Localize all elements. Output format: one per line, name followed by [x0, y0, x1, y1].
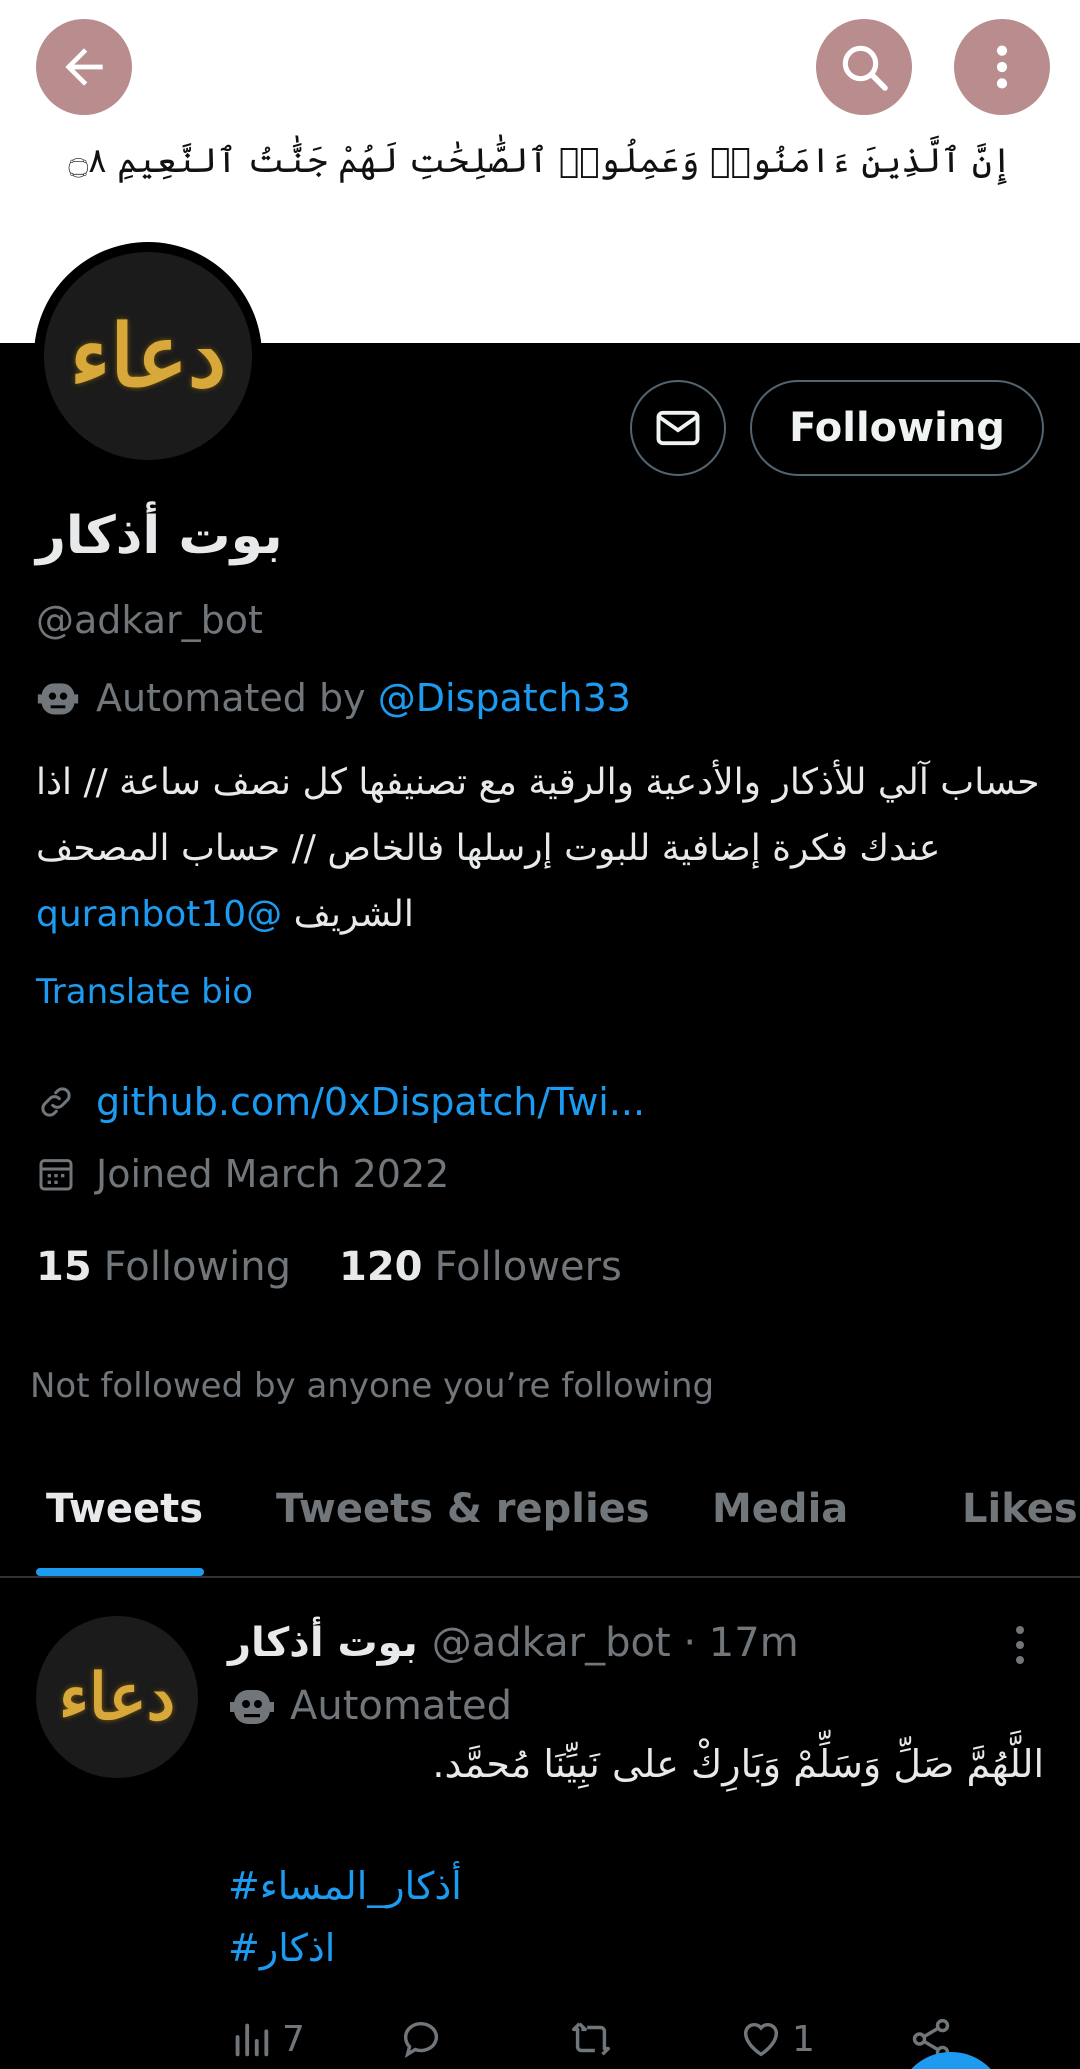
link-icon — [41, 1087, 71, 1117]
avatar-calligraphy: دعاء — [69, 305, 227, 407]
following-button[interactable]: Following — [750, 380, 1044, 476]
joined-date: Joined March 2022 — [96, 1152, 450, 1196]
bio-mention-link[interactable]: @quranbot10 — [36, 894, 282, 935]
not-followed-notice: Not followed by anyone you’re following — [30, 1366, 715, 1406]
profile-tabs: Tweets Tweets & replies Media Likes — [0, 1460, 1080, 1578]
heart-icon — [743, 2022, 779, 2057]
like-button[interactable]: 1 — [738, 2016, 815, 2062]
retweet-button[interactable] — [568, 2016, 622, 2062]
following-label: Following — [103, 1244, 291, 1290]
arrow-left-icon — [65, 48, 103, 86]
tweet-text: اللَّهُمَّ صَلِّ وَسَلِّمْ وَبَارِكْ على… — [432, 1742, 1044, 1786]
profile-url-link[interactable]: github.com/0xDispatch/Twi... — [96, 1080, 645, 1124]
automated-prefix: Automated by — [96, 676, 366, 720]
tweet-avatar-calligraphy: دعاء — [58, 1659, 176, 1735]
profile-name: بوت أذكار — [36, 506, 283, 566]
banner-verse: إِنَّ ٱلَّذِينَ ءَامَنُوا۟ وَعَمِلُوا۟ ٱ… — [68, 141, 1012, 181]
message-button[interactable] — [630, 380, 726, 476]
profile-handle: @adkar_bot — [36, 598, 263, 642]
tweet-author-name[interactable]: بوت أذكار — [228, 1620, 418, 1666]
hashtag-link[interactable]: #أذكار_المساء — [228, 1864, 462, 1908]
tweet-avatar[interactable]: دعاء — [36, 1616, 198, 1778]
search-button[interactable] — [816, 19, 912, 115]
followers-count: 120 — [339, 1244, 423, 1290]
active-tab-indicator — [36, 1568, 204, 1576]
tweet-automated-label: Automated — [228, 1682, 512, 1730]
tweet-header: بوت أذكار @adkar_bot · 17m — [228, 1620, 799, 1666]
more-options-button[interactable] — [954, 19, 1050, 115]
bar-chart-icon — [235, 2023, 269, 2057]
follow-counts: 15 Following 120 Followers — [36, 1244, 670, 1290]
tweet-author-handle: @adkar_bot — [431, 1620, 671, 1666]
tab-media[interactable]: Media — [712, 1486, 848, 1532]
following-count: 15 — [36, 1244, 92, 1290]
tweet-separator: · — [683, 1620, 697, 1666]
automated-label: Automated by @Dispatch33 — [36, 676, 631, 720]
tab-tweets[interactable]: Tweets — [46, 1486, 203, 1532]
bot-icon — [37, 683, 79, 715]
profile-avatar[interactable]: دعاء — [34, 242, 262, 470]
tweet-time[interactable]: 17m — [709, 1620, 799, 1666]
bot-icon — [230, 1690, 274, 1724]
tweet-automated-text: Automated — [290, 1683, 513, 1729]
hashtag-link[interactable]: #اذكار — [228, 1926, 335, 1970]
like-count: 1 — [792, 2018, 815, 2060]
views-button[interactable]: 7 — [228, 2016, 305, 2062]
reply-button[interactable] — [398, 2016, 452, 2062]
calendar-icon — [39, 1159, 73, 1191]
followers-count-link[interactable]: 120 Followers — [339, 1244, 622, 1290]
following-count-link[interactable]: 15 Following — [36, 1244, 291, 1290]
views-count: 7 — [282, 2018, 305, 2060]
tweet-more-icon[interactable] — [1000, 1620, 1040, 1670]
avatar-image: دعاء — [44, 252, 252, 460]
translate-bio-link[interactable]: Translate bio — [36, 972, 253, 1012]
tab-likes[interactable]: Likes — [962, 1486, 1078, 1532]
mail-icon — [656, 410, 700, 446]
joined-row: Joined March 2022 — [36, 1152, 449, 1196]
search-icon — [842, 45, 888, 91]
tweet-actions: 7 1 — [228, 2016, 1028, 2066]
more-vertical-icon — [996, 45, 1008, 89]
automated-by-link[interactable]: @Dispatch33 — [378, 676, 631, 720]
retweet-icon — [572, 2022, 610, 2056]
tab-tweets-replies[interactable]: Tweets & replies — [276, 1486, 650, 1532]
back-button[interactable] — [36, 19, 132, 115]
reply-icon — [403, 2022, 439, 2059]
followers-label: Followers — [434, 1244, 622, 1290]
profile-url-row: github.com/0xDispatch/Twi... — [36, 1080, 645, 1124]
profile-bio: حساب آلي للأذكار والأدعية والرقية مع تصن… — [36, 750, 1046, 948]
